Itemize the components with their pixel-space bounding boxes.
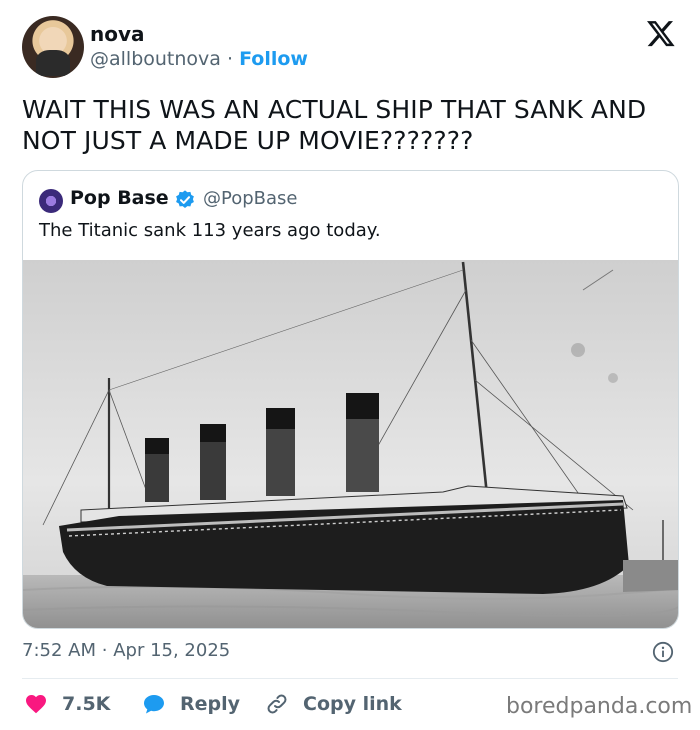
quoted-author-name[interactable]: Pop Base bbox=[70, 187, 169, 209]
like-button[interactable]: 7.5K bbox=[24, 691, 110, 717]
follow-button[interactable]: Follow bbox=[239, 48, 308, 70]
like-count: 7.5K bbox=[62, 693, 111, 715]
copy-link-button[interactable]: Copy link bbox=[265, 691, 402, 717]
handle-separator: · bbox=[226, 48, 234, 70]
post-date: Apr 15, 2025 bbox=[113, 640, 231, 661]
author-handle-line: @allboutnova · Follow bbox=[90, 48, 308, 70]
author-avatar[interactable] bbox=[22, 16, 84, 78]
info-icon[interactable] bbox=[652, 641, 674, 663]
titanic-photo[interactable] bbox=[23, 260, 678, 628]
quoted-avatar[interactable] bbox=[39, 189, 63, 213]
author-handle[interactable]: @allboutnova bbox=[90, 48, 221, 70]
quoted-tweet[interactable]: Pop Base @PopBase The Titanic sank 113 y… bbox=[22, 170, 679, 629]
reply-label: Reply bbox=[180, 693, 241, 715]
copy-link-label: Copy link bbox=[303, 693, 402, 715]
heart-icon bbox=[26, 695, 46, 714]
author-name[interactable]: nova bbox=[90, 22, 145, 46]
divider bbox=[22, 678, 678, 679]
reply-button[interactable]: Reply bbox=[142, 691, 240, 717]
x-logo-icon[interactable] bbox=[646, 18, 676, 48]
meta-separator: · bbox=[101, 640, 108, 661]
link-icon bbox=[267, 694, 287, 714]
tweet-text: WAIT THIS WAS AN ACTUAL SHIP THAT SANK A… bbox=[22, 95, 647, 155]
verified-badge-icon bbox=[176, 190, 194, 208]
reply-bubble-icon bbox=[144, 695, 164, 714]
post-time: 7:52 AM bbox=[22, 640, 96, 661]
quoted-author-handle[interactable]: @PopBase bbox=[203, 188, 297, 209]
quoted-text: The Titanic sank 113 years ago today. bbox=[39, 220, 381, 241]
timestamp[interactable]: 7:52 AM · Apr 15, 2025 bbox=[22, 640, 230, 661]
watermark: boredpanda.com bbox=[506, 694, 693, 719]
